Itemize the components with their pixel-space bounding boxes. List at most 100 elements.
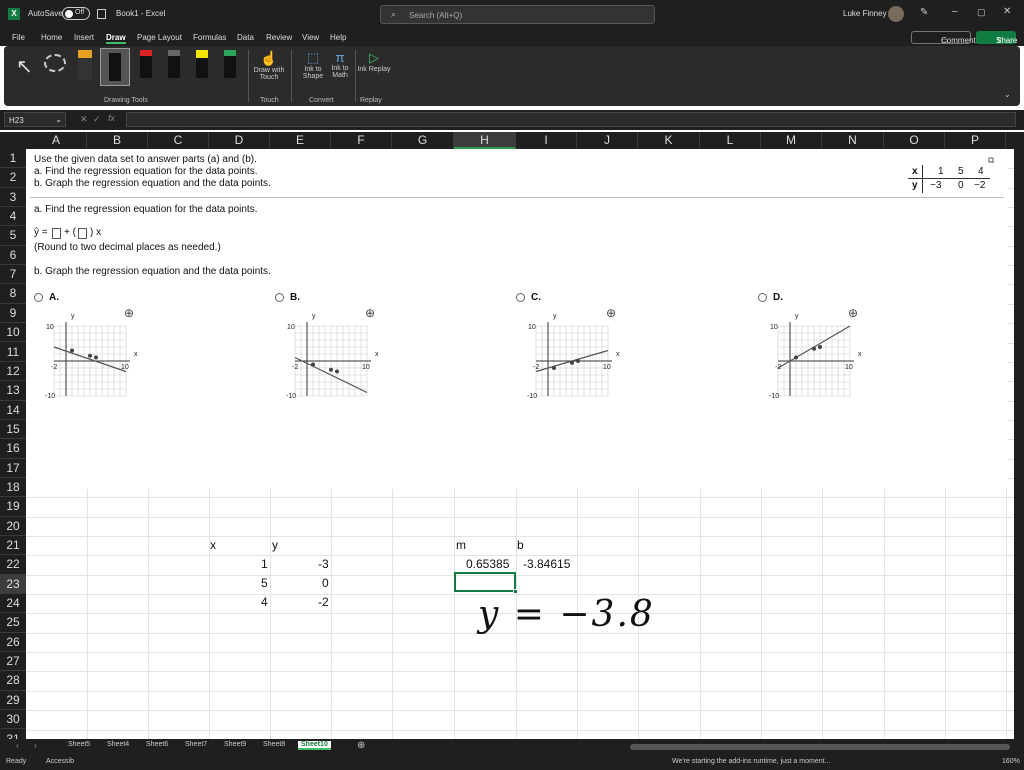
sheet-tab-sheet6[interactable]: Sheet6 — [146, 741, 168, 748]
pen-black-icon[interactable] — [100, 48, 130, 86]
sheet-tab-sheet7[interactable]: Sheet7 — [185, 741, 207, 748]
collapse-ribbon-icon[interactable]: ⌄ — [1004, 90, 1011, 99]
scroll-right-icon[interactable]: › — [34, 741, 37, 750]
row-header-13[interactable]: 13 — [0, 381, 26, 401]
zoom-icon[interactable]: ⊕ — [606, 306, 616, 320]
slope-input-box[interactable] — [78, 228, 87, 239]
cell-e24[interactable]: -2 — [318, 595, 329, 609]
enter-icon[interactable]: ✓ — [93, 114, 101, 125]
fx-icon[interactable]: fx — [108, 113, 115, 123]
sheet-tab-sheet9[interactable]: Sheet9 — [224, 741, 246, 748]
save-icon[interactable] — [97, 9, 106, 19]
share-button[interactable]: ⇪ Share — [976, 31, 1017, 45]
search-box[interactable]: ⌕ Search (Alt+Q) — [380, 5, 655, 24]
formula-input[interactable] — [126, 112, 1016, 127]
cell-d23[interactable]: 5 — [261, 576, 268, 590]
sheet-tab-sheet8[interactable]: Sheet8 — [263, 741, 285, 748]
tab-file[interactable]: File — [12, 33, 25, 42]
column-header-b[interactable]: B — [87, 132, 148, 149]
row-header-9[interactable]: 9 — [0, 304, 26, 324]
tab-page-layout[interactable]: Page Layout — [137, 33, 182, 42]
column-header-f[interactable]: F — [331, 132, 392, 149]
tab-view[interactable]: View — [302, 33, 319, 42]
row-header-14[interactable]: 14 — [0, 401, 26, 420]
pen-icon[interactable]: ✎ — [920, 7, 928, 18]
draw-with-touch-button[interactable]: ☝ Draw with Touch — [252, 50, 286, 81]
scroll-left-icon[interactable]: ‹ — [16, 741, 19, 750]
column-header-d[interactable]: D — [209, 132, 270, 149]
autosave-toggle[interactable]: Off — [62, 7, 90, 20]
cell-i21[interactable]: b — [517, 538, 524, 552]
highlighter-yellow-icon[interactable] — [196, 50, 208, 78]
row-header-4[interactable]: 4 — [0, 207, 26, 227]
name-box[interactable]: H23 ⌄ — [4, 112, 66, 127]
column-header-l[interactable]: L — [700, 132, 761, 149]
restore-icon[interactable]: ▢ — [977, 7, 986, 18]
row-header-12[interactable]: 12 — [0, 362, 26, 382]
cell-e23[interactable]: 0 — [322, 576, 329, 590]
zoom-icon[interactable]: ⊕ — [848, 306, 858, 320]
select-arrow-icon[interactable]: ↖ — [16, 54, 33, 79]
pen-green-icon[interactable] — [224, 50, 236, 78]
row-header-23[interactable]: 23 — [0, 574, 26, 595]
option-c[interactable]: C. ⊕ — [516, 292, 636, 404]
row-header-24[interactable]: 24 — [0, 594, 26, 614]
option-b-radio[interactable] — [275, 293, 284, 302]
column-header-g[interactable]: G — [392, 132, 454, 149]
horizontal-scrollbar[interactable] — [630, 744, 1010, 750]
option-a-radio[interactable] — [34, 293, 43, 302]
row-header-3[interactable]: 3 — [0, 188, 26, 208]
row-header-7[interactable]: 7 — [0, 265, 26, 285]
row-header-30[interactable]: 30 — [0, 710, 26, 730]
column-header-m[interactable]: M — [761, 132, 822, 149]
row-header-20[interactable]: 20 — [0, 517, 26, 536]
ink-to-math-button[interactable]: π Ink to Math — [323, 50, 357, 79]
row-header-25[interactable]: 25 — [0, 613, 26, 633]
pasted-problem-image[interactable]: ⧉ Use the given data set to answer parts… — [26, 149, 1008, 489]
tab-insert[interactable]: Insert — [74, 33, 94, 42]
row-header-10[interactable]: 10 — [0, 323, 26, 343]
row-header-22[interactable]: 22 — [0, 555, 26, 575]
column-header-c[interactable]: C — [148, 132, 209, 149]
row-header-21[interactable]: 21 — [0, 536, 26, 556]
tab-formulas[interactable]: Formulas — [193, 33, 226, 42]
option-b[interactable]: B. ⊕ — [275, 292, 395, 404]
column-header-p[interactable]: P — [945, 132, 1006, 149]
sheet-tab-sheet5[interactable]: Sheet5 — [68, 741, 90, 748]
sheet-tab-sheet4[interactable]: Sheet4 — [107, 741, 129, 748]
row-header-8[interactable]: 8 — [0, 284, 26, 304]
row-header-26[interactable]: 26 — [0, 633, 26, 653]
avatar[interactable] — [888, 6, 904, 22]
row-header-18[interactable]: 18 — [0, 478, 26, 498]
selected-cell-h23[interactable] — [454, 572, 516, 592]
sheet-tab-sheet10[interactable]: Sheet10 — [298, 741, 331, 750]
intercept-input-box[interactable] — [52, 228, 61, 239]
row-header-27[interactable]: 27 — [0, 652, 26, 672]
tab-help[interactable]: Help — [330, 33, 346, 42]
row-header-19[interactable]: 19 — [0, 497, 26, 517]
column-header-o[interactable]: O — [884, 132, 945, 149]
option-d-radio[interactable] — [758, 293, 767, 302]
row-header-15[interactable]: 15 — [0, 420, 26, 440]
cancel-icon[interactable]: ✕ — [80, 114, 88, 125]
vertical-scrollbar[interactable] — [1014, 132, 1024, 739]
minimize-icon[interactable]: – — [952, 6, 958, 17]
add-sheet-icon[interactable]: ⊕ — [357, 740, 365, 751]
row-header-2[interactable]: 2 — [0, 168, 26, 188]
option-a[interactable]: A. ⊕ — [34, 292, 154, 404]
cell-h21[interactable]: m — [456, 538, 466, 552]
tab-home[interactable]: Home — [41, 33, 62, 42]
cell-i22[interactable]: -3.84615 — [523, 557, 570, 571]
cell-d21[interactable]: x — [210, 538, 216, 552]
accessibility-status[interactable]: Accessib — [46, 758, 74, 765]
row-header-5[interactable]: 5 — [0, 226, 26, 246]
option-d[interactable]: D. ⊕ — [758, 292, 878, 404]
zoom-level[interactable]: 160% — [1002, 758, 1020, 765]
ink-replay-button[interactable]: ▷ Ink Replay — [357, 50, 391, 73]
row-header-29[interactable]: 29 — [0, 691, 26, 711]
cell-d22[interactable]: 1 — [261, 557, 268, 571]
handwriting-ink[interactable]: y = −3.8 — [478, 594, 655, 635]
lasso-icon[interactable] — [44, 54, 66, 72]
close-icon[interactable]: ✕ — [1003, 6, 1011, 17]
column-header-n[interactable]: N — [822, 132, 884, 149]
